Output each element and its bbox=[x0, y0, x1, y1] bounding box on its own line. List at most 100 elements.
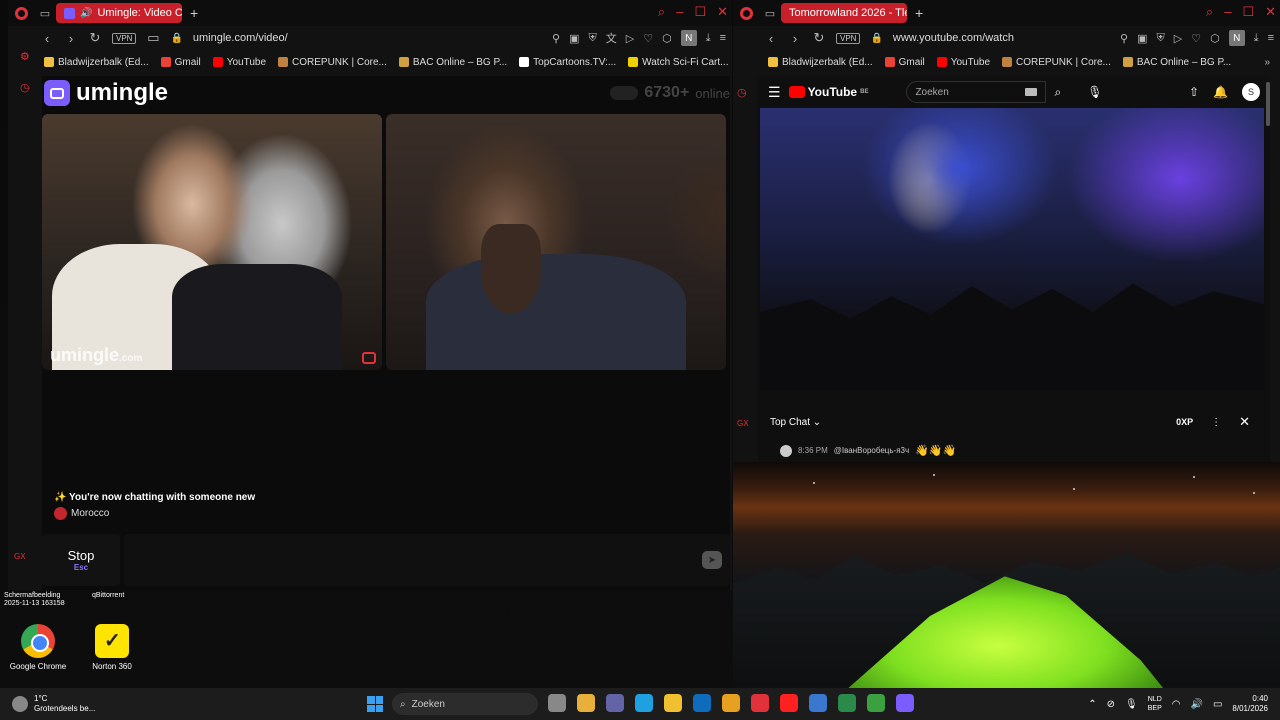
tab-youtube[interactable]: Tomorrowland 2026 - Tle bbox=[758, 3, 907, 87]
bookmark-item[interactable]: TopCartoons.TV:... bbox=[519, 57, 616, 68]
gx-icon[interactable]: GX bbox=[14, 552, 26, 561]
taskbar-app-icon[interactable] bbox=[664, 694, 682, 712]
bookmark-item[interactable]: Bladwijzerbalk (Ed... bbox=[768, 57, 873, 68]
extensions-icon[interactable]: ⬡ bbox=[662, 32, 672, 45]
heart-icon[interactable]: ♡ bbox=[1191, 32, 1201, 45]
search-icon[interactable]: ⌕ bbox=[1054, 85, 1061, 100]
bookmarks-more-icon[interactable]: » bbox=[1264, 57, 1270, 68]
bookmark-item[interactable]: BAC Online – BG P... bbox=[1122, 57, 1231, 68]
chat-author[interactable]: @ІванВоробець-я3ч bbox=[834, 446, 909, 455]
start-button[interactable] bbox=[367, 696, 383, 712]
taskbar-app-icon[interactable] bbox=[751, 694, 769, 712]
desktop-icon-norton[interactable]: Norton 360 bbox=[77, 624, 147, 671]
desktop-file-label[interactable]: Schermafbeelding bbox=[4, 592, 60, 599]
microphone-icon[interactable]: 🎙 bbox=[1087, 85, 1102, 99]
heart-icon[interactable]: ♡ bbox=[643, 32, 653, 45]
keyboard-icon[interactable] bbox=[1025, 88, 1038, 96]
upload-icon[interactable]: ⇧ bbox=[1189, 85, 1199, 99]
vpn-badge[interactable]: VPN bbox=[112, 32, 137, 44]
maximize-button[interactable]: ☐ bbox=[694, 4, 706, 20]
taskbar-app-icon[interactable] bbox=[606, 694, 624, 712]
bookmark-item[interactable]: BAC Online – BG P... bbox=[398, 57, 507, 68]
address-bar[interactable]: www.youtube.com/watch bbox=[893, 32, 1014, 44]
language-indicator[interactable]: NLD BEP bbox=[1148, 695, 1162, 713]
hamburger-icon[interactable]: ☰ bbox=[768, 84, 781, 101]
reload-button[interactable]: ↻ bbox=[88, 30, 102, 46]
bookmark-item[interactable]: COREPUNK | Core... bbox=[278, 57, 387, 68]
download-icon[interactable]: ⤓ bbox=[706, 32, 711, 45]
send-icon[interactable]: ➤ bbox=[702, 551, 722, 569]
bell-icon[interactable]: 🔔 bbox=[1213, 85, 1228, 99]
maximize-button[interactable]: ☐ bbox=[1242, 4, 1254, 20]
bookmark-item[interactable]: Watch Sci-Fi Cart... bbox=[628, 57, 728, 68]
bookmark-item[interactable]: COREPUNK | Core... bbox=[1002, 57, 1111, 68]
taskbar-app-icon[interactable] bbox=[809, 694, 827, 712]
avatar[interactable]: S bbox=[1242, 83, 1260, 101]
new-tab-button[interactable]: + bbox=[915, 5, 923, 21]
new-tab-button[interactable]: + bbox=[190, 5, 198, 21]
top-chat-dropdown[interactable]: Top Chat ⌄ bbox=[770, 417, 821, 428]
back-button[interactable]: ‹ bbox=[764, 31, 778, 46]
search-tabs-icon[interactable]: ⌕ bbox=[1206, 4, 1213, 20]
gx-icon[interactable]: GX bbox=[737, 419, 749, 428]
shield-icon[interactable]: ⛨ bbox=[1157, 32, 1165, 45]
search-tabs-icon[interactable]: ⌕ bbox=[658, 4, 665, 20]
wifi-icon[interactable]: ◠ bbox=[1172, 699, 1181, 710]
shield-icon[interactable]: ⛨ bbox=[589, 32, 597, 45]
sidebar-history-icon[interactable]: ◷ bbox=[20, 81, 30, 94]
pin-icon[interactable]: ⚲ bbox=[1120, 32, 1128, 45]
scrollbar[interactable] bbox=[1266, 82, 1270, 126]
speaker-icon[interactable]: 🔊 bbox=[80, 8, 92, 19]
opera-menu-button[interactable] bbox=[8, 0, 34, 26]
umingle-logo[interactable]: umingle bbox=[76, 79, 168, 107]
taskbar-app-icon[interactable] bbox=[577, 694, 595, 712]
taskbar-app-icon[interactable] bbox=[722, 694, 740, 712]
back-button[interactable]: ‹ bbox=[40, 31, 54, 46]
close-icon[interactable]: ✕ bbox=[1239, 414, 1250, 430]
taskbar-app-icon[interactable] bbox=[838, 694, 856, 712]
bookmark-item[interactable]: YouTube bbox=[936, 57, 990, 68]
menu-icon[interactable]: ≡ bbox=[1268, 32, 1274, 44]
taskbar-app-icon[interactable] bbox=[635, 694, 653, 712]
theme-toggle[interactable] bbox=[610, 86, 639, 100]
taskbar-app-icon[interactable] bbox=[896, 694, 914, 712]
taskbar-app-icon[interactable] bbox=[548, 694, 566, 712]
message-input[interactable]: ➤ bbox=[124, 534, 730, 586]
taskbar-search[interactable]: ⌕ Zoeken bbox=[392, 693, 538, 715]
youtube-logo[interactable]: YouTube BE bbox=[788, 85, 868, 99]
avatar[interactable] bbox=[780, 444, 792, 457]
screenshot-icon[interactable]: ▣ bbox=[569, 32, 579, 45]
reload-button[interactable]: ↻ bbox=[812, 30, 826, 46]
stop-button[interactable]: Stop Esc bbox=[42, 534, 120, 586]
bookmark-item[interactable]: YouTube bbox=[212, 57, 266, 68]
translate-icon[interactable]: 文 bbox=[606, 30, 617, 46]
bookmark-item[interactable]: Gmail bbox=[884, 57, 925, 68]
lock-icon[interactable]: 🔒 bbox=[870, 33, 882, 44]
volume-icon[interactable]: 🔊 bbox=[1191, 699, 1203, 710]
report-icon[interactable] bbox=[362, 352, 376, 364]
network-off-icon[interactable]: ⊘ bbox=[1107, 699, 1115, 710]
microphone-icon[interactable]: 🎙 bbox=[1125, 699, 1138, 710]
screenshot-icon[interactable]: ▣ bbox=[1137, 32, 1147, 45]
workspace-icon[interactable]: ▭ bbox=[34, 2, 56, 24]
desktop-file-label-2[interactable]: qBittorrent bbox=[92, 592, 124, 599]
menu-icon[interactable]: ≡ bbox=[720, 32, 726, 44]
address-bar[interactable]: umingle.com/video/ bbox=[193, 32, 288, 44]
close-button[interactable]: ✕ bbox=[717, 4, 728, 20]
desktop-file-date[interactable]: 2025-11-13 163158 bbox=[4, 600, 65, 607]
profile-avatar[interactable]: N bbox=[1228, 30, 1245, 46]
minimize-button[interactable]: – bbox=[1224, 4, 1231, 20]
opera-menu-button[interactable] bbox=[733, 0, 759, 26]
workspace-icon[interactable]: ▭ bbox=[759, 2, 781, 24]
desktop-icon-chrome[interactable]: Google Chrome bbox=[3, 624, 73, 671]
sidebar-aria-icon[interactable]: ⚙ bbox=[20, 50, 30, 63]
vpn-badge[interactable]: VPN bbox=[836, 32, 861, 44]
weather-widget[interactable]: 1°C Grotendeels be... bbox=[0, 694, 120, 714]
taskbar-app-icon[interactable] bbox=[867, 694, 885, 712]
close-button[interactable]: ✕ bbox=[1265, 4, 1276, 20]
taskbar-app-icon[interactable] bbox=[780, 694, 798, 712]
snapshot-icon[interactable]: ▭ bbox=[146, 30, 160, 46]
profile-avatar[interactable]: N bbox=[680, 30, 697, 46]
battery-icon[interactable]: ▭ bbox=[1213, 699, 1222, 710]
xp-badge[interactable]: 0XP bbox=[1176, 417, 1193, 427]
